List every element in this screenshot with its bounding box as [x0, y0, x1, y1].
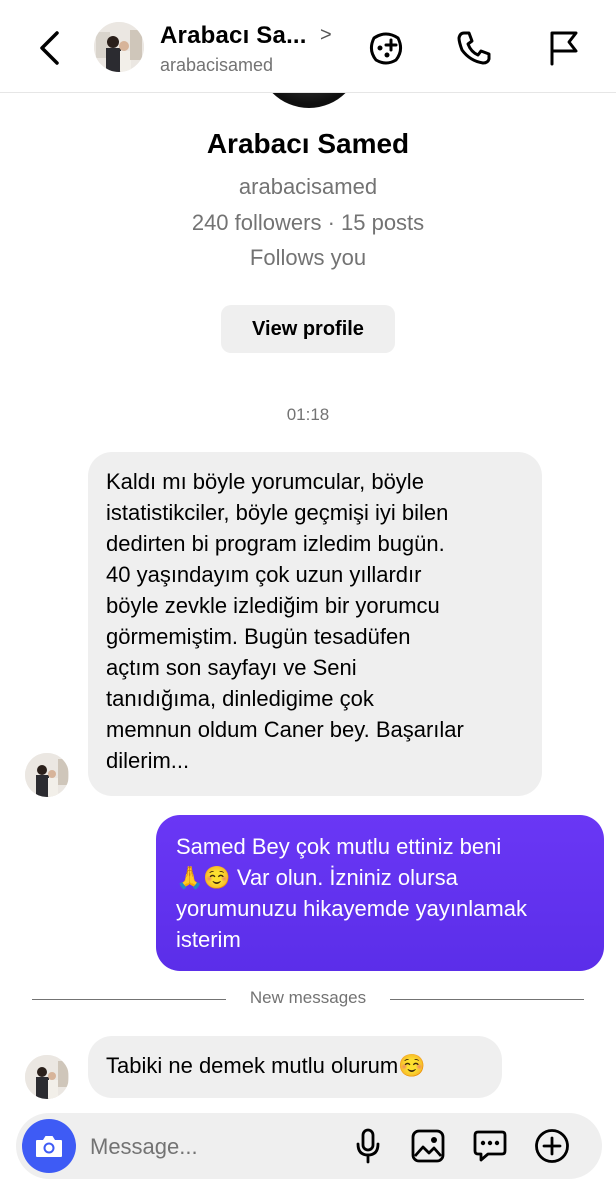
back-arrow-icon[interactable]	[30, 26, 68, 70]
message-input[interactable]	[88, 1125, 342, 1169]
follows-you-label: Follows you	[249, 245, 367, 270]
gallery-icon[interactable]	[410, 1128, 446, 1164]
add-icon[interactable]	[534, 1128, 570, 1164]
sticker-icon[interactable]	[472, 1128, 508, 1164]
header-name[interactable]: Arabacı Sa...	[160, 22, 307, 50]
divider-line-right	[390, 999, 584, 1000]
new-messages-label: New messages	[249, 988, 367, 1007]
phone-icon[interactable]	[454, 28, 494, 68]
view-profile-button[interactable]: View profile	[221, 305, 395, 353]
message-composer	[16, 1113, 602, 1179]
outgoing-message-bubble[interactable]: Samed Bey çok mutlu ettiniz beni 🙏☺️ Var…	[156, 815, 604, 971]
profile-stats: 240 followers · 15 posts	[191, 210, 425, 235]
chat-header: Arabacı Sa... > arabacisamed	[0, 0, 616, 93]
microphone-icon[interactable]	[350, 1128, 386, 1164]
chevron-right-icon[interactable]: >	[320, 24, 332, 47]
message-timestamp: 01:18	[286, 405, 330, 424]
flag-icon[interactable]	[544, 28, 584, 68]
chat-effects-icon[interactable]	[366, 28, 406, 68]
header-username: arabacisamed	[160, 55, 274, 75]
profile-username: arabacisamed	[238, 174, 378, 199]
profile-name: Arabacı Samed	[206, 128, 410, 159]
incoming-message-bubble[interactable]: Tabiki ne demek mutlu olurum☺️	[88, 1036, 502, 1098]
incoming-message-bubble[interactable]: Kaldı mı böyle yorumcular, böyle istatis…	[88, 452, 542, 796]
sender-avatar[interactable]	[25, 753, 69, 797]
new-messages-divider: New messages	[0, 988, 616, 1012]
sender-avatar[interactable]	[25, 1055, 69, 1099]
avatar[interactable]	[94, 22, 144, 72]
camera-icon[interactable]	[22, 1119, 76, 1173]
